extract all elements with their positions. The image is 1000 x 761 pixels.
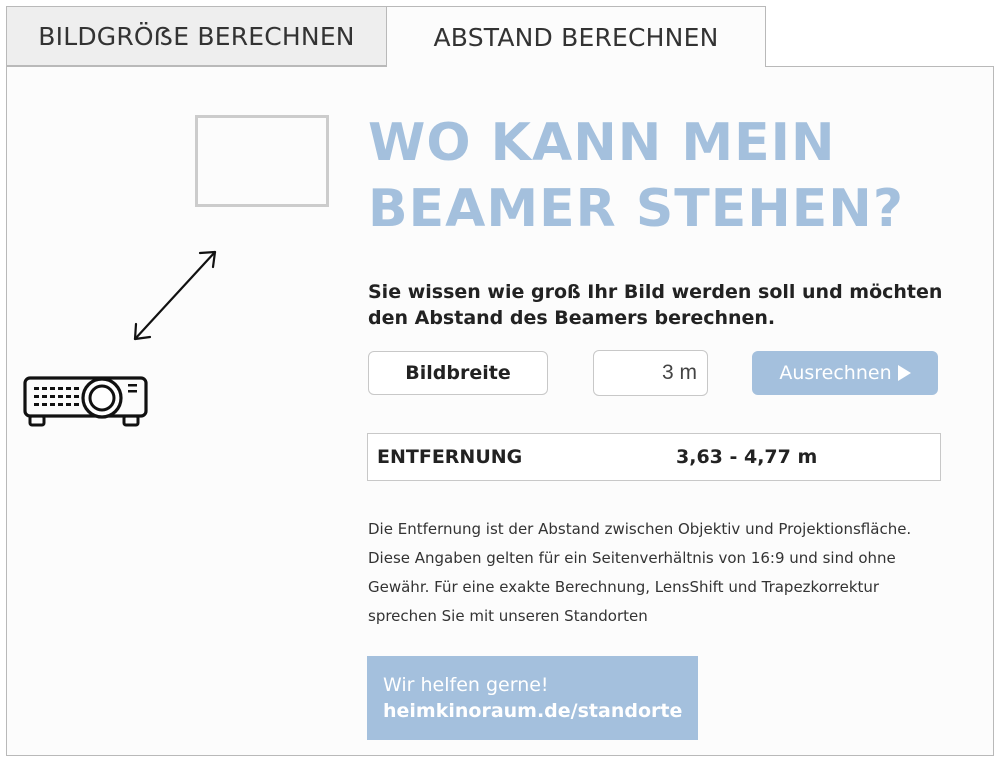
page-subtitle-line2: den Abstand des Beamers berechnen.: [368, 307, 776, 329]
page-title-line2: BEAMER STEHEN?: [368, 179, 904, 239]
disclaimer-line: Gewähr. Für eine exakte Berechnung, Lens…: [368, 578, 880, 596]
page-subtitle: Sie wissen wie groß Ihr Bild werden soll…: [368, 279, 968, 331]
page-subtitle-line1: Sie wissen wie groß Ihr Bild werden soll…: [368, 281, 943, 303]
help-url-link[interactable]: heimkinoraum.de/standorte: [383, 698, 682, 724]
width-input[interactable]: [593, 350, 708, 396]
bildbreite-button[interactable]: Bildbreite: [368, 351, 548, 395]
projector-icon: [23, 376, 148, 427]
result-label: ENTFERNUNG: [377, 446, 523, 468]
help-text: Wir helfen gerne!: [383, 674, 549, 696]
result-row: ENTFERNUNG 3,63 - 4,77 m: [367, 433, 941, 481]
tab-abstand-label: ABSTAND BERECHNEN: [433, 22, 719, 52]
tab-bildgroesse-label: BILDGRÖẞE BERECHNEN: [38, 21, 355, 51]
play-icon: [897, 365, 911, 381]
disclaimer-line: Diese Angaben gelten für ein Seitenverhä…: [368, 549, 896, 567]
disclaimer-line: sprechen Sie mit unseren Standorten: [368, 607, 648, 625]
result-value: 3,63 - 4,77 m: [676, 446, 818, 468]
help-link-box[interactable]: Wir helfen gerne! heimkinoraum.de/stando…: [367, 656, 698, 740]
ausrechnen-button[interactable]: Ausrechnen: [752, 351, 938, 395]
double-arrow-icon: [133, 250, 217, 341]
page-title-line1: WO KANN MEIN: [368, 113, 836, 173]
disclaimer-line: Die Entfernung ist der Abstand zwischen …: [368, 520, 912, 538]
tab-bildgroesse[interactable]: BILDGRÖẞE BERECHNEN: [6, 6, 386, 66]
disclaimer-text: Die Entfernung ist der Abstand zwischen …: [368, 515, 911, 631]
calculator-widget: BILDGRÖẞE BERECHNEN ABSTAND BERECHNEN WO…: [0, 0, 1000, 761]
tab-abstand[interactable]: ABSTAND BERECHNEN: [386, 6, 766, 67]
ausrechnen-label: Ausrechnen: [779, 362, 892, 384]
screen-rect-icon: [195, 115, 329, 207]
page-title: WO KANN MEIN BEAMER STEHEN?: [368, 110, 904, 242]
